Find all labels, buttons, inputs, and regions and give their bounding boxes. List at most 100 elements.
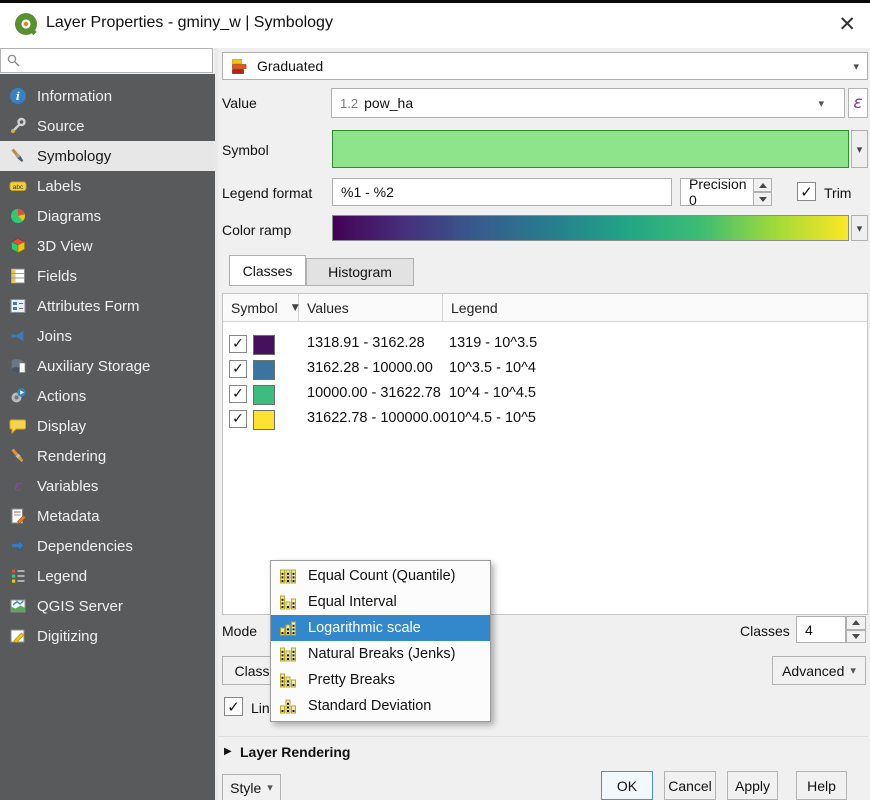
apply-button[interactable]: Apply	[727, 771, 778, 800]
title-bar: Layer Properties - gminy_w | Symbology ✕	[0, 3, 870, 48]
class-values[interactable]: 3162.28 - 10000.00	[307, 360, 433, 376]
sidebar-search-input[interactable]	[0, 48, 213, 73]
sidebar-item-metadata[interactable]: Metadata	[0, 501, 215, 531]
menu-item-natural-breaks-jenks[interactable]: Natural Breaks (Jenks)	[271, 641, 490, 667]
symbol-dropdown-button[interactable]: ▾	[851, 130, 868, 168]
class-visibility-checkbox[interactable]: ✓	[229, 335, 247, 353]
ok-button[interactable]: OK	[601, 771, 653, 800]
tab-histogram[interactable]: Histogram	[306, 258, 414, 286]
threed-view-icon	[9, 237, 27, 255]
style-button[interactable]: Style ▾	[222, 774, 281, 800]
sidebar-item-label: Actions	[37, 388, 86, 405]
class-values[interactable]: 10000.00 - 31622.78	[307, 385, 441, 401]
sidebar-item-display[interactable]: Display	[0, 411, 215, 441]
joins-icon	[9, 327, 27, 345]
layer-rendering-section[interactable]: Layer Rendering	[240, 744, 350, 760]
trim-checkbox[interactable]: ✓	[797, 182, 816, 201]
sidebar-item-attributes-form[interactable]: Attributes Form	[0, 291, 215, 321]
collapse-arrow-icon[interactable]: ▶	[224, 746, 232, 757]
legend-icon	[9, 567, 27, 585]
menu-item-label: Equal Count (Quantile)	[308, 568, 456, 584]
help-button[interactable]: Help	[796, 771, 847, 800]
sidebar-item-label: Diagrams	[37, 208, 101, 225]
value-field-select[interactable]: 1.2 pow_ha ▾	[331, 88, 845, 118]
sidebar-item-source[interactable]: Source	[0, 111, 215, 141]
classes-spinbox[interactable]: 4	[796, 616, 846, 643]
precision-spin-buttons[interactable]	[753, 178, 772, 206]
menu-item-label: Logarithmic scale	[308, 620, 421, 636]
sidebar-item-symbology[interactable]: Symbology	[0, 141, 215, 171]
sidebar-item-3d-view[interactable]: 3D View	[0, 231, 215, 261]
legend-format-input[interactable]: %1 - %2	[332, 178, 672, 206]
logarithmic-icon	[279, 619, 297, 637]
sidebar-item-label: Attributes Form	[37, 298, 140, 315]
sidebar-item-rendering[interactable]: Rendering	[0, 441, 215, 471]
class-values[interactable]: 31622.78 - 100000.00	[307, 410, 449, 426]
sidebar-item-diagrams[interactable]: Diagrams	[0, 201, 215, 231]
sidebar-item-label: QGIS Server	[37, 598, 123, 615]
spin-up-icon[interactable]	[846, 616, 866, 630]
class-color-swatch[interactable]	[253, 335, 275, 355]
header-values[interactable]: Values	[299, 294, 443, 322]
natural-breaks-icon	[279, 645, 297, 663]
sidebar-item-joins[interactable]: Joins	[0, 321, 215, 351]
advanced-button[interactable]: Advanced ▾	[772, 656, 866, 685]
sidebar-item-digitizing[interactable]: Digitizing	[0, 621, 215, 651]
header-legend[interactable]: Legend	[443, 294, 867, 322]
sidebar-item-qgis-server[interactable]: QGIS Server	[0, 591, 215, 621]
menu-item-standard-deviation[interactable]: Standard Deviation	[271, 693, 490, 719]
header-symbol[interactable]: Symbol ▼	[223, 294, 299, 322]
diagrams-icon	[9, 207, 27, 225]
class-legend[interactable]: 10^3.5 - 10^4	[449, 360, 536, 376]
chevron-down-icon: ▾	[818, 97, 824, 110]
class-legend[interactable]: 10^4.5 - 10^5	[449, 410, 536, 426]
class-visibility-checkbox[interactable]: ✓	[229, 360, 247, 378]
expression-builder-button[interactable]: ε	[848, 88, 868, 118]
menu-item-equal-interval[interactable]: Equal Interval	[271, 589, 490, 615]
spin-down-icon[interactable]	[846, 630, 866, 644]
class-color-swatch[interactable]	[253, 360, 275, 380]
class-legend[interactable]: 1319 - 10^3.5	[449, 335, 537, 351]
labels-icon: abc	[9, 177, 27, 195]
sidebar-item-label: Information	[37, 88, 112, 105]
spin-down-icon[interactable]	[753, 192, 772, 206]
sidebar-item-dependencies[interactable]: Dependencies	[0, 531, 215, 561]
color-ramp-preview[interactable]	[332, 215, 849, 241]
window-title: Layer Properties - gminy_w | Symbology	[46, 14, 333, 32]
sidebar-item-information[interactable]: iInformation	[0, 81, 215, 111]
class-visibility-checkbox[interactable]: ✓	[229, 385, 247, 403]
class-color-swatch[interactable]	[253, 385, 275, 405]
cancel-button[interactable]: Cancel	[664, 771, 716, 800]
epsilon-icon: ε	[853, 93, 862, 113]
sidebar-item-labels[interactable]: abc Labels	[0, 171, 215, 201]
spin-up-icon[interactable]	[753, 178, 772, 192]
sidebar-item-fields[interactable]: Fields	[0, 261, 215, 291]
class-visibility-checkbox[interactable]: ✓	[229, 410, 247, 428]
link-class-boundaries-checkbox[interactable]: ✓	[224, 697, 243, 716]
symbol-preview[interactable]	[332, 130, 849, 168]
sidebar-item-variables[interactable]: εVariables	[0, 471, 215, 501]
close-icon[interactable]: ✕	[838, 12, 856, 36]
class-color-swatch[interactable]	[253, 410, 275, 430]
tab-classes[interactable]: Classes	[229, 255, 306, 286]
menu-item-pretty-breaks[interactable]: Pretty Breaks	[271, 667, 490, 693]
menu-item-equal-count-quantile[interactable]: Equal Count (Quantile)	[271, 563, 490, 589]
sidebar-item-auxiliary-storage[interactable]: Auxiliary Storage	[0, 351, 215, 381]
chevron-down-icon: ▾	[850, 664, 856, 677]
svg-text:ε: ε	[14, 479, 22, 495]
sidebar-item-label: Display	[37, 418, 86, 435]
color-ramp-dropdown-button[interactable]: ▾	[851, 215, 868, 241]
class-row: ✓ 1318.91 - 3162.28 1319 - 10^3.5	[223, 332, 867, 358]
menu-item-logarithmic-scale[interactable]: Logarithmic scale	[271, 615, 490, 641]
class-values[interactable]: 1318.91 - 3162.28	[307, 335, 425, 351]
svg-text:abc: abc	[13, 184, 24, 191]
dependencies-icon	[9, 537, 27, 555]
renderer-select[interactable]: Graduated ▾	[222, 52, 868, 80]
panel-splitter[interactable]	[215, 48, 218, 800]
classes-spin-buttons[interactable]	[846, 616, 866, 643]
sidebar-item-actions[interactable]: Actions	[0, 381, 215, 411]
sidebar-item-label: Source	[37, 118, 85, 135]
class-legend[interactable]: 10^4 - 10^4.5	[449, 385, 536, 401]
sidebar-item-label: Labels	[37, 178, 81, 195]
sidebar-item-legend[interactable]: Legend	[0, 561, 215, 591]
